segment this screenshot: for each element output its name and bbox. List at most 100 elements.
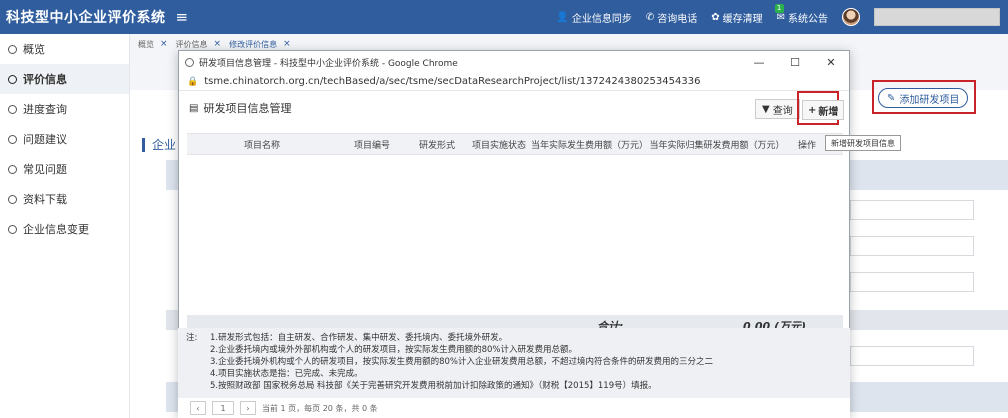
sidebar-item-label: 常见问题 — [23, 163, 67, 176]
nav-hotline[interactable]: ✆ 咨询电话 — [646, 10, 697, 25]
tab-overview[interactable]: 概览 × — [138, 39, 168, 50]
sidebar-item-feedback[interactable]: 问题建议 — [0, 124, 129, 154]
tab-label: 概览 — [138, 39, 154, 49]
address-bar[interactable]: 🔒 tsme.chinatorch.org.cn/techBased/a/sec… — [179, 73, 849, 91]
globe-icon — [185, 57, 194, 67]
avatar[interactable] — [842, 8, 860, 26]
add-tooltip: 新增研发项目信息 — [825, 135, 901, 151]
section-marker — [142, 138, 145, 152]
col-collected-expense[interactable]: 当年实际归集研发费用额（万元） — [647, 138, 787, 151]
notes-label: 注: — [186, 333, 198, 343]
table-header: 项目名称 项目编号 研发形式 项目实施状态 当年实际发生费用额（万元） 当年实际… — [187, 133, 843, 155]
document-icon: ▤ — [189, 102, 199, 114]
form-field[interactable] — [850, 236, 974, 256]
close-icon[interactable]: × — [283, 39, 291, 49]
add-new-button[interactable]: + 新增 — [802, 100, 845, 120]
circle-icon — [8, 224, 17, 234]
user-icon: 👤 — [556, 11, 569, 23]
maximize-icon[interactable]: ☐ — [777, 51, 813, 73]
sidebar-item-label: 资料下载 — [23, 193, 67, 206]
note-text: 1.研发形式包括：自主研发、合作研发、集中研发、委托境内、委托境外研发。 — [210, 333, 508, 343]
tab-evaluation[interactable]: 评价信息 × — [176, 39, 222, 50]
mail-icon: ✉ — [776, 11, 785, 23]
add-label: 新增 — [818, 106, 839, 118]
next-page-button[interactable]: › — [240, 401, 256, 415]
note-text: 3.企业委托境外机构或个人的研发项目，按实际发生费用额的80%计入企业研发费用总… — [210, 357, 714, 367]
sidebar-item-downloads[interactable]: 资料下载 — [0, 184, 129, 214]
close-icon[interactable]: × — [160, 39, 168, 49]
col-actions: 操作 — [797, 140, 816, 151]
add-rd-project-button[interactable]: ✎ 添加研发项目 — [878, 88, 969, 108]
close-icon[interactable]: × — [214, 39, 222, 49]
col-status[interactable]: 项目实施状态 — [467, 138, 531, 151]
top-bar: 科技型中小企业评价系统 ≡ 👤 企业信息同步 ✆ 咨询电话 ✿ 缓存清理 1 ✉… — [0, 0, 1008, 34]
query-button[interactable]: ▼ 查询 — [755, 99, 800, 119]
notes-panel: 注: 1.研发形式包括：自主研发、合作研发、集中研发、委托境内、委托境外研发。 … — [178, 328, 850, 398]
window-controls: — ☐ ✕ — [741, 51, 849, 73]
sidebar-item-label: 评价信息 — [23, 73, 67, 86]
sidebar: 概览 评价信息 进度查询 问题建议 常见问题 资料下载 企业信息变更 — [0, 34, 130, 418]
sidebar-item-label: 概览 — [23, 43, 45, 56]
close-icon[interactable]: ✕ — [813, 51, 849, 73]
sidebar-item-faq[interactable]: 常见问题 — [0, 154, 129, 184]
minimize-icon[interactable]: — — [741, 51, 777, 73]
sidebar-item-progress[interactable]: 进度查询 — [0, 94, 129, 124]
gear-icon: ✿ — [711, 11, 720, 23]
nav-sync-company[interactable]: 👤 企业信息同步 — [556, 10, 631, 25]
sidebar-item-evaluation[interactable]: 评价信息 — [0, 64, 129, 94]
app-title: 科技型中小企业评价系统 — [6, 10, 166, 26]
form-field[interactable] — [850, 346, 974, 366]
pagination: ‹ 1 › 当前 1 页，每页 20 条，共 0 条 — [178, 398, 850, 418]
circle-icon — [8, 164, 17, 174]
query-label: 查询 — [772, 105, 793, 117]
circle-icon — [8, 104, 17, 114]
nav-announcement[interactable]: 1 ✉ 系统公告 — [774, 3, 828, 25]
plus-icon: + — [808, 104, 817, 116]
sidebar-item-company-change[interactable]: 企业信息变更 — [0, 214, 129, 244]
nav-announcement-label: 系统公告 — [788, 13, 828, 25]
form-field[interactable] — [850, 200, 974, 220]
prev-page-button[interactable]: ‹ — [190, 401, 206, 415]
note-text: 4.项目实施状态是指：已完成、未完成。 — [210, 369, 363, 379]
note-text: 5.按照财政部 国家税务总局 科技部《关于完善研究开发费用税前加计扣除政策的通知… — [210, 381, 657, 391]
username-redacted[interactable] — [874, 8, 1000, 26]
note-row: 5.按照财政部 国家税务总局 科技部《关于完善研究开发费用税前加计扣除政策的通知… — [186, 380, 850, 392]
window-title: 研发项目信息管理 - 科技型中小企业评价系统 - Google Chrome — [199, 58, 458, 69]
top-nav: 👤 企业信息同步 ✆ 咨询电话 ✿ 缓存清理 1 ✉ 系统公告 — [556, 0, 1000, 34]
current-page[interactable]: 1 — [212, 401, 234, 415]
col-project-number[interactable]: 项目编号 — [337, 138, 407, 151]
col-actual-expense[interactable]: 当年实际发生费用额（万元） — [531, 138, 648, 151]
popup-title: 研发项目信息管理 — [203, 102, 292, 115]
tab-edit-evaluation[interactable]: 修改评价信息 × — [229, 39, 291, 50]
lock-icon: 🔒 — [187, 76, 199, 87]
sidebar-item-label: 企业信息变更 — [23, 223, 89, 236]
url-text: tsme.chinatorch.org.cn/techBased/a/sec/t… — [204, 76, 701, 87]
pager-summary: 当前 1 页，每页 20 条，共 0 条 — [262, 403, 378, 413]
sidebar-item-overview[interactable]: 概览 — [0, 34, 129, 64]
note-row: 2.企业委托境内或境外外部机构或个人的研发项目，按实际发生费用额的80%计入研发… — [186, 344, 850, 356]
tab-label: 评价信息 — [175, 39, 208, 49]
col-rd-form[interactable]: 研发形式 — [407, 138, 467, 151]
section-title: 企业 — [152, 138, 177, 152]
form-field[interactable] — [850, 272, 974, 292]
nav-clear-cache[interactable]: ✿ 缓存清理 — [711, 10, 762, 25]
window-titlebar: 研发项目信息管理 - 科技型中小企业评价系统 - Google Chrome —… — [179, 51, 849, 73]
tab-label: 修改评价信息 — [229, 39, 278, 49]
add-rd-label: 添加研发项目 — [899, 94, 960, 106]
hamburger-icon[interactable]: ≡ — [176, 8, 189, 26]
note-text: 2.企业委托境内或境外外部机构或个人的研发项目，按实际发生费用额的80%计入研发… — [210, 345, 578, 355]
notice-count-badge: 1 — [774, 3, 784, 13]
note-row: 3.企业委托境外机构或个人的研发项目，按实际发生费用额的80%计入企业研发费用总… — [186, 356, 850, 368]
nav-cache-label: 缓存清理 — [722, 13, 763, 25]
phone-icon: ✆ — [645, 11, 655, 23]
col-project-name[interactable]: 项目名称 — [187, 138, 337, 151]
note-row: 注: 1.研发形式包括：自主研发、合作研发、集中研发、委托境内、委托境外研发。 — [186, 332, 850, 344]
circle-icon — [8, 74, 17, 84]
circle-icon — [8, 44, 17, 54]
pencil-icon: ✎ — [887, 92, 896, 104]
rd-project-table: 项目名称 项目编号 研发形式 项目实施状态 当年实际发生费用额（万元） 当年实际… — [187, 133, 843, 337]
circle-icon — [8, 134, 17, 144]
sidebar-item-label: 进度查询 — [23, 103, 67, 116]
filter-icon: ▼ — [762, 103, 770, 115]
nav-hotline-label: 咨询电话 — [657, 13, 698, 25]
